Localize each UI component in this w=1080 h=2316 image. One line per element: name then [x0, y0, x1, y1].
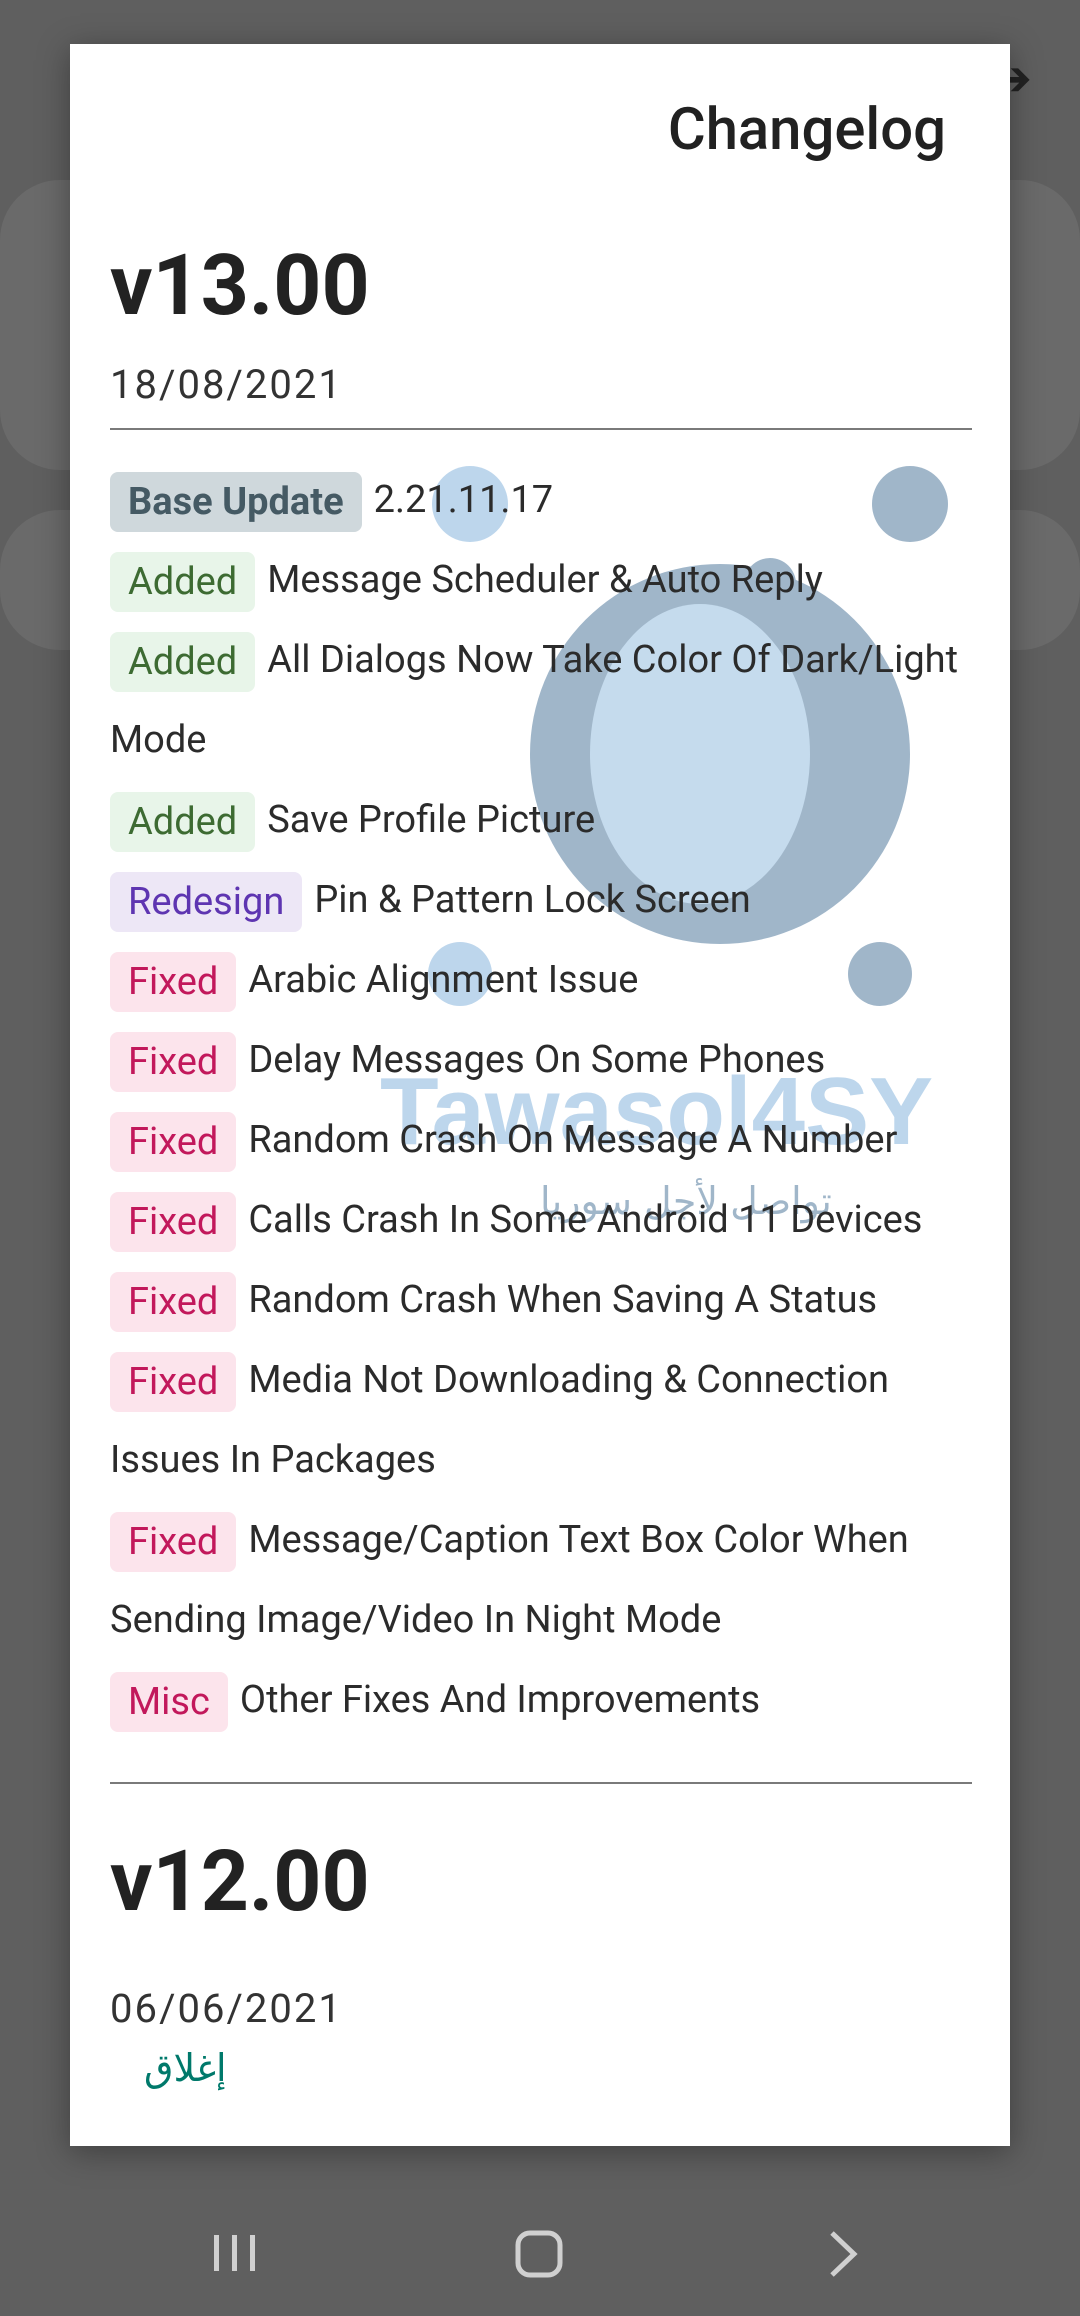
changelog-entry: Fixed Media Not Downloading & Connection …	[110, 1340, 972, 1500]
badge-fixed: Fixed	[110, 1191, 237, 1252]
divider	[110, 428, 972, 430]
entry-text: Random Crash On Message A Number	[248, 1118, 898, 1162]
changelog-entry: Base Update 2.21.11.17	[110, 460, 972, 540]
badge-redesign: Redesign	[110, 871, 303, 932]
changelog-entry: Fixed Random Crash When Saving A Status	[110, 1260, 972, 1340]
changelog-dialog: Changelog Tawasol4SY تواصل لأجل سوريا v1…	[70, 44, 1010, 2146]
changelog-entry: Fixed Message/Caption Text Box Color When…	[110, 1500, 972, 1660]
release-v13: v13.00 18/08/2021 Base Update 2.21.11.17 …	[110, 236, 972, 1784]
home-icon[interactable]	[510, 2223, 570, 2283]
entry-text: Arabic Alignment Issue	[248, 958, 639, 1002]
entry-text: Delay Messages On Some Phones	[248, 1038, 826, 1082]
entry-text: Calls Crash In Some Android 11 Devices	[248, 1198, 923, 1242]
release-date: 18/08/2021	[110, 361, 343, 408]
entry-text: Save Profile Picture	[267, 798, 596, 842]
recent-apps-icon[interactable]	[210, 2223, 260, 2283]
badge-added: Added	[110, 791, 256, 852]
badge-fixed: Fixed	[110, 951, 237, 1012]
badge-fixed: Fixed	[110, 1031, 237, 1092]
navigation-bar	[0, 2195, 1080, 2316]
entry-text: 2.21.11.17	[373, 478, 554, 522]
changelog-entry: Fixed Delay Messages On Some Phones	[110, 1020, 972, 1100]
changelog-entry: Added All Dialogs Now Take Color Of Dark/…	[110, 620, 972, 780]
changelog-entry: Added Save Profile Picture	[110, 780, 972, 860]
dialog-title: Changelog	[667, 96, 946, 164]
divider	[110, 1782, 972, 1784]
entry-text: Message Scheduler & Auto Reply	[267, 558, 823, 602]
changelog-entry: Redesign Pin & Pattern Lock Screen	[110, 860, 972, 940]
changelog-entry: Fixed Arabic Alignment Issue	[110, 940, 972, 1020]
entry-text: Other Fixes And Improvements	[239, 1678, 761, 1722]
badge-added: Added	[110, 631, 256, 692]
entry-text: Pin & Pattern Lock Screen	[314, 878, 751, 922]
badge-fixed: Fixed	[110, 1351, 237, 1412]
badge-fixed: Fixed	[110, 1271, 237, 1332]
changelog-entries: Base Update 2.21.11.17 Added Message Sched…	[110, 460, 972, 1740]
version-heading: v13.00	[110, 236, 370, 335]
entry-text: Random Crash When Saving A Status	[248, 1278, 878, 1322]
release-date: 06/06/2021	[110, 1985, 343, 2024]
changelog-entry: Fixed Random Crash On Message A Number	[110, 1100, 972, 1180]
version-heading: v12.00	[110, 1832, 370, 1931]
changelog-entry: Misc Other Fixes And Improvements	[110, 1660, 972, 1740]
release-v12: v12.00 06/06/2021	[110, 1832, 972, 2024]
back-icon[interactable]	[820, 2223, 870, 2283]
badge-added: Added	[110, 551, 256, 612]
changelog-entry: Fixed Calls Crash In Some Android 11 Devi…	[110, 1180, 972, 1260]
badge-fixed: Fixed	[110, 1511, 237, 1572]
changelog-entry: Added Message Scheduler & Auto Reply	[110, 540, 972, 620]
close-button[interactable]: إغلاق	[144, 2036, 227, 2101]
badge-fixed: Fixed	[110, 1111, 237, 1172]
changelog-scroll-area[interactable]: Tawasol4SY تواصل لأجل سوريا v13.00 18/08…	[110, 194, 972, 2024]
badge-base-update: Base Update	[110, 471, 362, 532]
badge-misc: Misc	[110, 1671, 228, 1732]
